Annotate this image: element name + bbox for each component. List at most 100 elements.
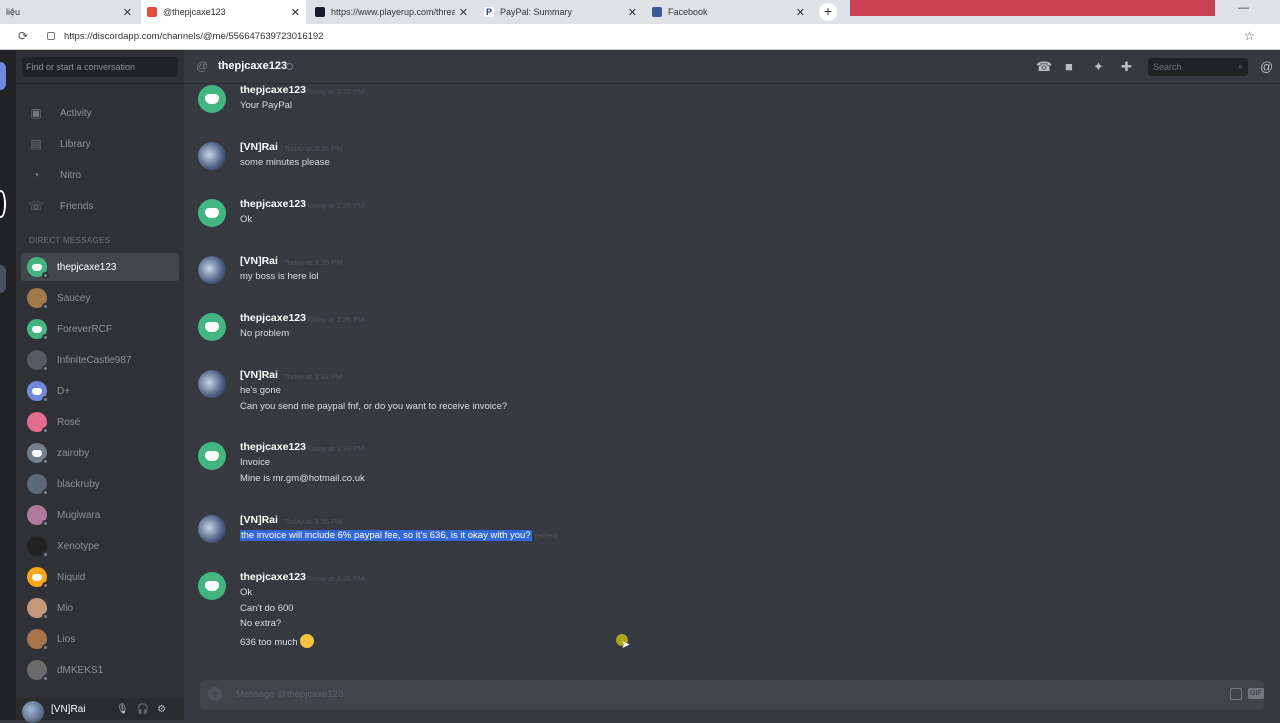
avatar	[27, 536, 49, 558]
close-icon[interactable]: ✕	[796, 6, 805, 19]
dm-item[interactable]: thepjcaxe123	[21, 253, 179, 281]
user-name: [VN]Rai	[51, 704, 86, 715]
message-author[interactable]: [VN]Rai	[240, 141, 278, 153]
add-friend-icon[interactable]: ✚	[1121, 59, 1132, 75]
dm-name: Xenotype	[57, 540, 100, 552]
browser-tab[interactable]: liệu ✕	[0, 0, 138, 24]
message-author[interactable]: [VN]Rai	[240, 514, 278, 526]
dm-item[interactable]: blackruby	[21, 470, 179, 498]
dm-item[interactable]: Xenotype	[21, 532, 179, 560]
message-line: he's gone	[240, 385, 281, 396]
message-author[interactable]: [VN]Rai	[240, 255, 278, 267]
message-author[interactable]: thepjcaxe123	[240, 441, 306, 453]
avatar[interactable]	[198, 572, 226, 600]
message-text: he's gone	[240, 385, 281, 396]
nitro-icon: ◔	[32, 168, 40, 182]
gear-icon[interactable]: ⚙	[157, 704, 174, 715]
nav-nitro[interactable]: ◔ Nitro	[24, 162, 178, 188]
close-icon[interactable]: ✕	[459, 6, 468, 19]
dm-name: InfiniteCastle987	[57, 354, 132, 366]
avatar[interactable]	[198, 256, 226, 284]
crying-emoji-icon	[299, 634, 314, 649]
browser-tab-active[interactable]: @thepjcaxe123 ✕	[141, 0, 306, 24]
avatar[interactable]	[198, 142, 226, 170]
chat-header: @ thepjcaxe123 ☎ ■ ✦ ✚ Search ⌕ @	[184, 50, 1280, 84]
headphones-icon[interactable]: 🎧	[137, 704, 157, 715]
dm-item[interactable]: InfiniteCastle987	[21, 346, 179, 374]
dm-item[interactable]: ForeverRCF	[21, 315, 179, 343]
close-icon[interactable]: ✕	[628, 6, 637, 19]
avatar[interactable]	[198, 370, 226, 398]
dm-item[interactable]: D+	[21, 377, 179, 405]
dm-item[interactable]: zairoby	[21, 439, 179, 467]
status-dot	[42, 613, 49, 620]
url-field[interactable]: https://discordapp.com/channels/@me/5566…	[64, 31, 323, 42]
avatar[interactable]	[198, 85, 226, 113]
message-timestamp: Today at 3:35 PM	[284, 517, 343, 526]
reload-icon[interactable]: ⟳	[18, 29, 28, 43]
message-author[interactable]: thepjcaxe123	[240, 312, 306, 324]
discord-logo-icon	[205, 322, 219, 332]
message-input[interactable]: Message @thepjcaxe123	[236, 689, 343, 700]
upload-plus-icon[interactable]: +	[208, 687, 222, 701]
message-author[interactable]: [VN]Rai	[240, 369, 278, 381]
gift-icon[interactable]	[1230, 688, 1242, 700]
dm-search-input[interactable]: Find or start a conversation	[22, 57, 178, 77]
nav-activity[interactable]: ▣ Activity	[24, 100, 178, 126]
message-line: the invoice will include 6% paypal fee, …	[240, 530, 532, 541]
message-author[interactable]: thepjcaxe123	[240, 84, 306, 96]
dm-search-wrapper: Find or start a conversation	[16, 50, 184, 84]
browser-tab[interactable]: https://www.playerup.com/threa ✕	[309, 0, 474, 24]
nav-friends[interactable]: ☏ Friends	[24, 193, 178, 219]
gif-icon[interactable]: GIF	[1248, 688, 1264, 699]
bookmark-star-icon[interactable]: ☆	[1244, 29, 1255, 43]
nav-library[interactable]: ▤ Library	[24, 131, 178, 157]
mention-icon[interactable]: @	[1260, 59, 1273, 74]
gamepad-icon: ▣	[30, 106, 42, 120]
message-author[interactable]: thepjcaxe123	[240, 571, 306, 583]
dm-item[interactable]: Niquid	[21, 563, 179, 591]
dm-item[interactable]: dMKEKS1	[21, 656, 179, 684]
dm-name: Rosé	[57, 416, 81, 428]
discord-logo-icon	[32, 325, 42, 333]
server-icon[interactable]	[0, 190, 6, 218]
home-icon[interactable]	[0, 62, 6, 90]
close-icon[interactable]: ✕	[291, 6, 300, 19]
message-line: No extra?	[240, 618, 282, 630]
dm-item[interactable]: Saucey	[21, 284, 179, 312]
browser-tab[interactable]: Facebook ✕	[646, 0, 811, 24]
server-icon[interactable]	[0, 265, 6, 293]
status-dot	[42, 334, 49, 341]
mute-icon[interactable]: 🎙	[116, 704, 137, 715]
edited-tag: (edited)	[534, 533, 559, 540]
chat-search-input[interactable]: Search ⌕	[1148, 58, 1248, 76]
nav-label: Activity	[60, 107, 92, 119]
video-icon[interactable]: ■	[1065, 59, 1073, 74]
message-timestamp: Today at 3:26 PM	[284, 258, 343, 267]
message-line: 636 too much	[240, 637, 298, 649]
call-icon[interactable]: ☎	[1036, 59, 1052, 75]
avatar[interactable]	[198, 199, 226, 227]
dm-item[interactable]: Lios	[21, 625, 179, 653]
dm-name: thepjcaxe123	[57, 261, 117, 273]
message-author[interactable]: thepjcaxe123	[240, 198, 306, 210]
new-tab-button[interactable]: +	[819, 3, 837, 21]
dm-item[interactable]: Rosé	[21, 408, 179, 436]
nav-label: Library	[60, 138, 91, 150]
window-title-overlay	[850, 0, 1215, 16]
browser-tab[interactable]: P PayPal: Summary ✕	[478, 0, 643, 24]
message-composer[interactable]: + Message @thepjcaxe123 GIF	[200, 680, 1264, 710]
dm-item[interactable]: Mio	[21, 594, 179, 622]
pin-icon[interactable]: ✦	[1093, 59, 1104, 75]
avatar[interactable]	[198, 442, 226, 470]
dm-sidebar: Find or start a conversation ▣ Activity …	[16, 50, 184, 723]
dm-item[interactable]: Mugiwara	[21, 501, 179, 529]
dm-name: Saucey	[57, 292, 91, 304]
discord-logo-icon	[205, 581, 219, 591]
message-line: Mine is mr.gm@hotmail.co.uk	[240, 472, 365, 484]
avatar[interactable]	[198, 313, 226, 341]
dm-name: ForeverRCF	[57, 323, 113, 335]
avatar[interactable]	[198, 515, 226, 543]
close-icon[interactable]: ✕	[123, 6, 132, 19]
minimize-icon[interactable]: —	[1238, 2, 1249, 14]
